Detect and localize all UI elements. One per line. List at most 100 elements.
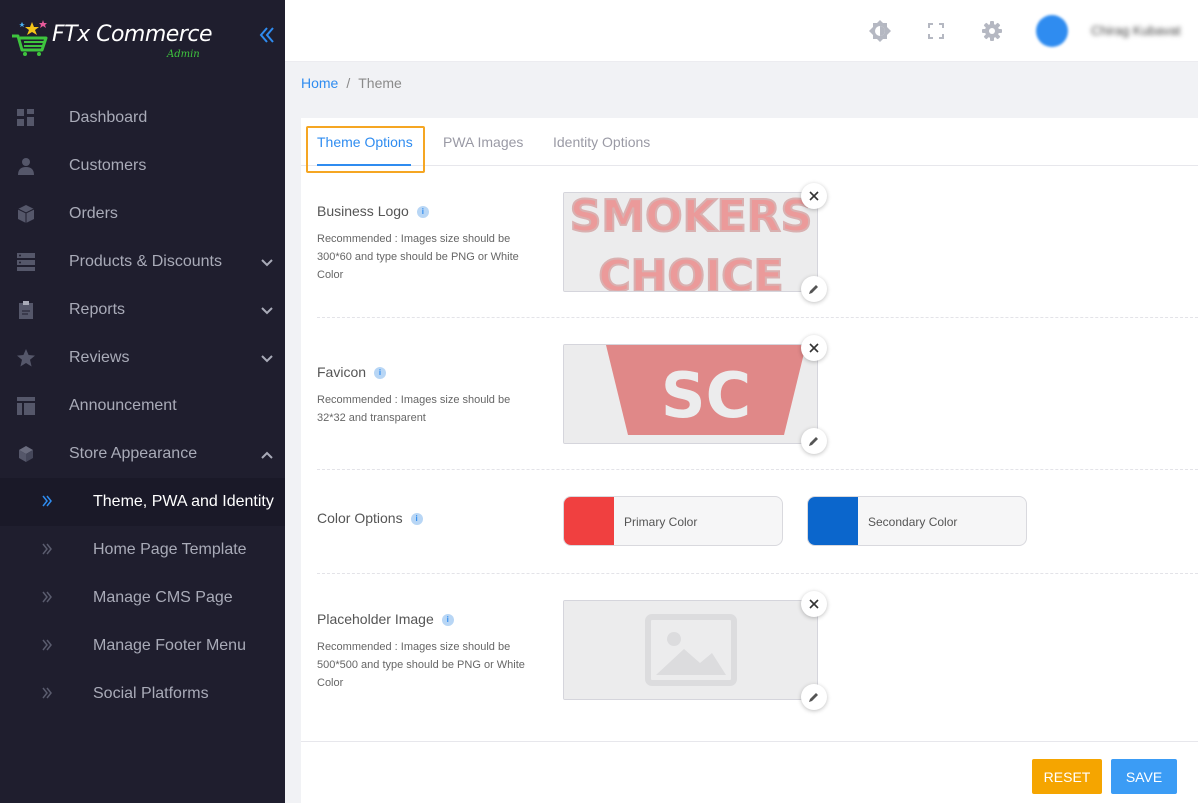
sidebar-item-label: Announcement <box>69 397 177 414</box>
info-icon[interactable]: i <box>374 367 387 380</box>
sidebar-subitem-home-page-template[interactable]: Home Page Template <box>0 526 285 574</box>
sidebar-subitem-manage-footer-menu[interactable]: Manage Footer Menu <box>0 622 285 670</box>
remove-placeholder-button[interactable] <box>801 591 827 617</box>
favicon-note: Recommended : Images size should be 32*3… <box>317 394 511 424</box>
info-icon[interactable]: i <box>410 513 423 526</box>
sidebar-item-announcement[interactable]: Announcement <box>0 382 285 430</box>
fullscreen-icon[interactable] <box>925 20 947 42</box>
business-logo-title: Business Logo i <box>317 203 429 219</box>
sidebar-item-label: Reports <box>69 301 126 318</box>
double-chevron-right-icon <box>42 495 52 507</box>
sidebar-subitem-label: Manage CMS Page <box>93 589 233 606</box>
sc-favicon-image: SC <box>564 345 817 443</box>
sidebar-item-label: Dashboard <box>69 109 148 126</box>
footer-divider <box>301 741 1198 742</box>
sidebar-subitem-theme-pwa-identity[interactable]: Theme, PWA and Identity <box>0 478 285 526</box>
sidebar-item-label: Orders <box>69 205 118 222</box>
info-icon[interactable]: i <box>441 614 454 627</box>
dashboard-icon <box>17 109 34 126</box>
sidebar-subitem-manage-cms-page[interactable]: Manage CMS Page <box>0 574 285 622</box>
server-icon <box>17 253 35 271</box>
clipboard-icon <box>19 301 33 319</box>
sidebar-subitem-label: Home Page Template <box>93 541 247 558</box>
primary-color-picker[interactable]: Primary Color <box>563 496 783 546</box>
reset-button[interactable]: RESET <box>1032 759 1102 794</box>
chevron-down-icon <box>261 307 273 315</box>
sidebar-item-reviews[interactable]: Reviews <box>0 334 285 382</box>
brand-name: FTx Commerce <box>52 22 213 47</box>
logo-text-choice: CHOICE <box>598 251 783 292</box>
placeholder-image-preview[interactable] <box>563 600 818 700</box>
double-chevron-right-icon <box>42 687 52 699</box>
placeholder-image-title: Placeholder Image i <box>317 611 454 627</box>
breadcrumb-current: Theme <box>358 75 402 91</box>
section-divider <box>317 573 1198 574</box>
favicon-text-sc: SC <box>661 359 751 432</box>
section-divider <box>317 469 1198 470</box>
tab-identity-options[interactable]: Identity Options <box>553 134 650 150</box>
sidebar-item-dashboard[interactable]: Dashboard <box>0 94 285 142</box>
color-options-title: Color Options i <box>317 510 423 526</box>
close-icon <box>809 599 819 609</box>
pencil-icon <box>809 437 818 446</box>
user-icon <box>18 158 34 175</box>
remove-favicon-button[interactable] <box>801 335 827 361</box>
gear-icon[interactable] <box>981 20 1003 42</box>
placeholder-image-note: Recommended : Images size should be 500*… <box>317 641 525 689</box>
brightness-icon[interactable] <box>869 20 891 42</box>
logo-text-smokers: SMOKERS <box>570 193 813 242</box>
sidebar-item-label: Products & Discounts <box>69 253 222 270</box>
sidebar-item-store-appearance[interactable]: Store Appearance <box>0 430 285 478</box>
double-chevron-right-icon <box>42 591 52 603</box>
brand-subtitle: Admin <box>167 49 200 60</box>
secondary-color-swatch[interactable] <box>808 497 858 545</box>
star-icon <box>17 349 35 367</box>
sidebar: FTx Commerce Admin Dashboard Customers O… <box>0 0 285 803</box>
tab-bar: Theme Options PWA Images Identity Option… <box>301 118 1198 173</box>
sidebar-item-products-discounts[interactable]: Products & Discounts <box>0 238 285 286</box>
cube-icon <box>19 446 33 462</box>
edit-logo-button[interactable] <box>801 276 827 302</box>
secondary-color-picker[interactable]: Secondary Color <box>807 496 1027 546</box>
sidebar-subitem-label: Theme, PWA and Identity <box>93 493 274 510</box>
remove-logo-button[interactable] <box>801 183 827 209</box>
sidebar-item-orders[interactable]: Orders <box>0 190 285 238</box>
info-icon[interactable]: i <box>416 206 429 219</box>
edit-placeholder-button[interactable] <box>801 684 827 710</box>
favicon-preview[interactable]: SC <box>563 344 818 444</box>
chevron-down-icon <box>261 259 273 267</box>
breadcrumb-home-link[interactable]: Home <box>301 75 338 91</box>
tab-pwa-images[interactable]: PWA Images <box>443 134 523 150</box>
edit-favicon-button[interactable] <box>801 428 827 454</box>
sidebar-nav: Dashboard Customers Orders Products & Di… <box>0 94 285 718</box>
collapse-sidebar-icon[interactable] <box>256 24 278 46</box>
sidebar-subitem-social-platforms[interactable]: Social Platforms <box>0 670 285 718</box>
primary-color-swatch[interactable] <box>564 497 614 545</box>
cart-logo-icon <box>12 20 48 56</box>
business-logo-label: Business Logo <box>317 203 409 219</box>
primary-color-label: Primary Color <box>624 515 698 529</box>
favicon-label: Favicon <box>317 364 367 380</box>
color-options-label: Color Options <box>317 510 403 526</box>
layout-icon <box>17 397 35 415</box>
brand-logo[interactable]: FTx Commerce Admin <box>10 8 213 63</box>
placeholder-image-label: Placeholder Image <box>317 611 434 627</box>
favicon-title: Favicon i <box>317 364 387 380</box>
business-logo-preview[interactable]: SMOKERS CHOICE <box>563 192 818 292</box>
user-name[interactable]: Chirag Kubavat <box>1091 23 1181 38</box>
theme-settings-card: Theme Options PWA Images Identity Option… <box>301 118 1198 803</box>
box-icon <box>17 205 35 223</box>
close-icon <box>809 191 819 201</box>
sidebar-item-reports[interactable]: Reports <box>0 286 285 334</box>
sidebar-subitem-label: Manage Footer Menu <box>93 637 246 654</box>
sidebar-item-customers[interactable]: Customers <box>0 142 285 190</box>
business-logo-note: Recommended : Images size should be 300*… <box>317 233 519 281</box>
tab-theme-options[interactable]: Theme Options <box>317 134 413 150</box>
save-button[interactable]: SAVE <box>1111 759 1177 794</box>
chevron-up-icon <box>261 451 273 459</box>
section-divider <box>317 317 1198 318</box>
avatar[interactable] <box>1036 15 1068 47</box>
image-placeholder-icon <box>564 601 817 699</box>
double-chevron-right-icon <box>42 639 52 651</box>
sidebar-item-label: Reviews <box>69 349 130 366</box>
